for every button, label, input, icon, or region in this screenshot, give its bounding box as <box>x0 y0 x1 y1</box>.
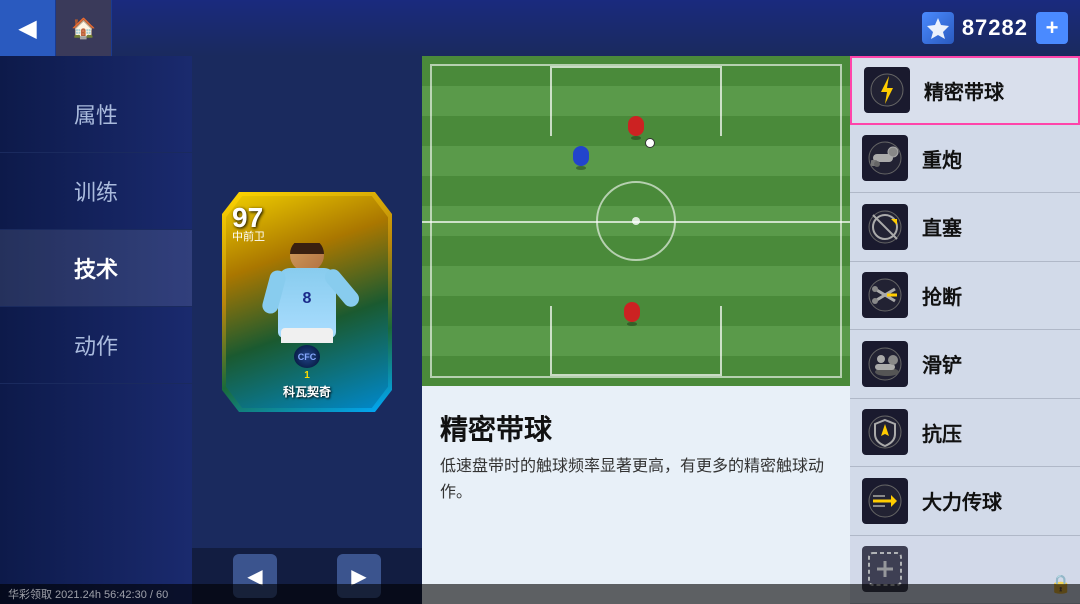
skill-icon-zhongpao <box>862 135 908 181</box>
skill-description: 低速盘带时的触球频率显著更高，有更多的精密触球动作。 <box>422 454 850 505</box>
sidebar-item-actions[interactable]: 动作 <box>0 307 192 384</box>
skill-item-kangya[interactable]: 抗压 <box>850 399 1080 467</box>
card-rating: 97 <box>232 204 263 232</box>
left-sidebar: 属性 训练 技术 动作 <box>0 56 192 604</box>
home-icon: 🏠 <box>71 16 96 41</box>
skill-item-qiangduan[interactable]: 抢断 <box>850 262 1080 330</box>
skill-icon-dalichuanqiu <box>862 478 908 524</box>
skill-item-zhisai[interactable]: 直塞 <box>850 193 1080 261</box>
skill-label-huachan: 滑铲 <box>922 349 962 378</box>
card-background: 97 中前卫 8 <box>222 192 392 412</box>
skill-preview-video <box>422 56 850 386</box>
skill-item-jingmi-daiqiu[interactable]: 精密带球 <box>850 56 1080 125</box>
skill-icon-huachan <box>862 341 908 387</box>
player-card-area: 97 中前卫 8 <box>192 56 422 548</box>
card-inner: 97 中前卫 8 <box>226 196 388 408</box>
back-button[interactable]: ◀ <box>0 0 56 56</box>
currency-amount: 87282 <box>962 15 1028 41</box>
skill-label-dalichuanqiu: 大力传球 <box>922 486 1002 515</box>
skill-icon-qiangduan <box>862 272 908 318</box>
skill-label-kangya: 抗压 <box>922 418 962 447</box>
card-number: 1 <box>304 370 310 381</box>
skill-info: 精密带球 低速盘带时的触球频率显著更高，有更多的精密触球动作。 <box>422 386 850 505</box>
skill-name-title: 精密带球 <box>422 396 850 454</box>
skill-item-zhongpao[interactable]: 重炮 <box>850 125 1080 193</box>
field-background <box>422 56 850 386</box>
status-text: 华彩领取 2021.24h 56:42:30 / 60 <box>8 586 168 602</box>
field-player-blue <box>572 146 590 170</box>
currency-area: 87282 + <box>922 12 1080 44</box>
field-player-red <box>627 116 645 140</box>
skill-label-qiangduan: 抢断 <box>922 281 962 310</box>
sidebar-item-skills[interactable]: 技术 <box>0 230 192 307</box>
player-card: 97 中前卫 8 <box>222 192 392 412</box>
skill-label-jingmi: 精密带球 <box>924 76 1004 105</box>
skill-icon-jingmi <box>864 67 910 113</box>
field-player-bottom <box>623 302 641 326</box>
sidebar-item-attributes[interactable]: 属性 <box>0 76 192 153</box>
add-currency-button[interactable]: + <box>1036 12 1068 44</box>
sidebar-item-training[interactable]: 训练 <box>0 153 192 230</box>
main-content: 精密带球 低速盘带时的触球频率显著更高，有更多的精密触球动作。 <box>422 56 850 604</box>
skill-item-dalichuanqiu[interactable]: 大力传球 <box>850 467 1080 535</box>
top-bar: ◀ 🏠 87282 + <box>0 0 1080 56</box>
skill-label-zhisai: 直塞 <box>922 212 962 241</box>
skills-panel: 精密带球 重炮 直塞 <box>850 56 1080 604</box>
card-name: 科瓦契奇 <box>283 383 331 400</box>
skill-label-zhongpao: 重炮 <box>922 144 962 173</box>
skill-item-huachan[interactable]: 滑铲 <box>850 330 1080 398</box>
sidebar-menu: 属性 训练 技术 动作 <box>0 76 192 384</box>
skill-icon-kangya <box>862 409 908 455</box>
status-bar: 华彩领取 2021.24h 56:42:30 / 60 <box>0 584 1080 604</box>
card-position: 中前卫 <box>232 232 265 243</box>
currency-icon <box>922 12 954 44</box>
home-button[interactable]: 🏠 <box>56 0 112 56</box>
back-icon: ◀ <box>18 14 36 43</box>
skill-icon-zhisai <box>862 204 908 250</box>
